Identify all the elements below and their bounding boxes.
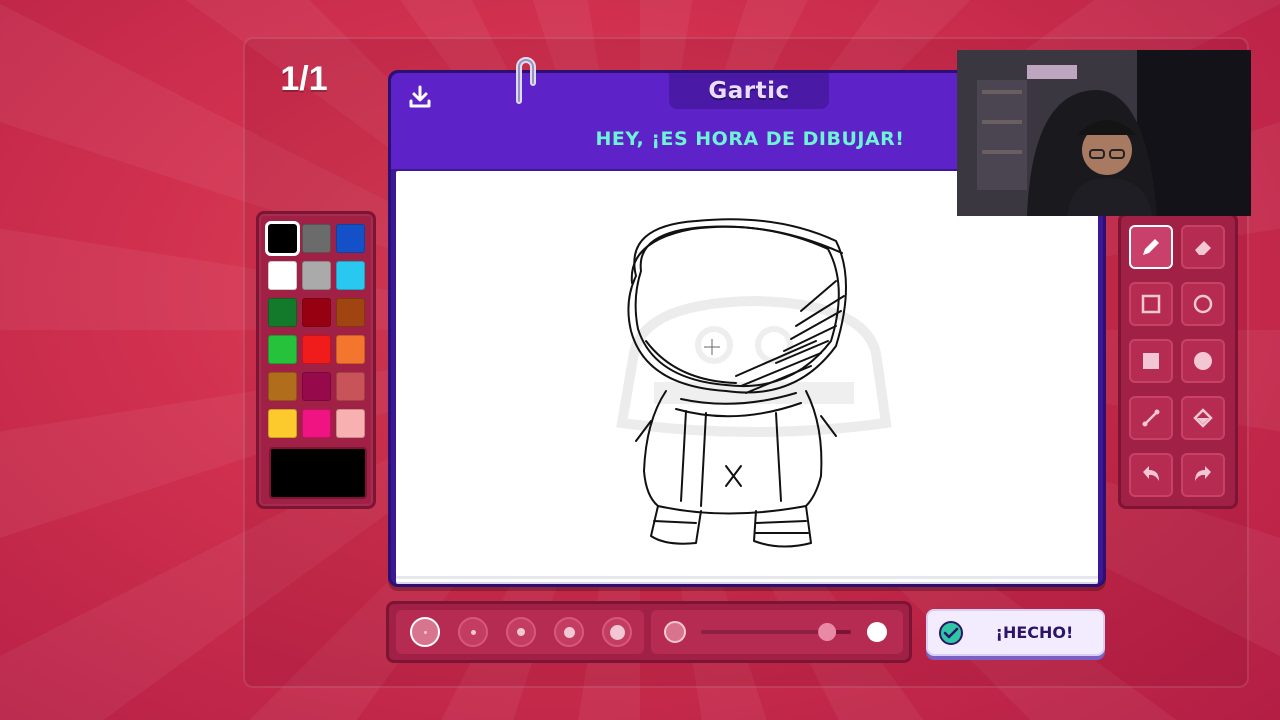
color-swatch[interactable] — [336, 298, 365, 327]
opacity-slider[interactable] — [651, 610, 903, 654]
pencil-icon — [1143, 239, 1159, 255]
pencil-tool[interactable] — [1129, 225, 1173, 269]
color-swatch[interactable] — [302, 224, 331, 253]
fill-bucket-tool[interactable] — [1181, 396, 1225, 440]
brush-size-option[interactable] — [506, 617, 536, 647]
redo-icon — [1195, 466, 1211, 481]
color-swatch[interactable] — [336, 372, 365, 401]
ellipse-outline-tool[interactable] — [1181, 282, 1225, 326]
streamer-video — [957, 50, 1251, 216]
eraser-icon — [1195, 241, 1211, 255]
brush-size-group — [396, 610, 644, 654]
undo-icon — [1143, 466, 1159, 481]
color-palette — [256, 211, 376, 509]
brush-size-option[interactable] — [410, 617, 440, 647]
webcam-overlay — [957, 50, 1251, 216]
gartic-logo: Gartic — [669, 73, 829, 109]
brush-options-bar — [386, 601, 912, 663]
download-icon — [409, 85, 431, 108]
redo-tool[interactable] — [1181, 453, 1225, 497]
size-dot-icon — [609, 624, 625, 640]
done-button-label: ¡HECHO! — [995, 623, 1074, 642]
size-dot-icon — [517, 628, 525, 636]
round-counter: 1/1 — [280, 60, 328, 98]
eraser-tool[interactable] — [1181, 225, 1225, 269]
color-swatch[interactable] — [336, 224, 365, 253]
ellipse-filled-icon — [1194, 352, 1212, 370]
brush-size-option[interactable] — [602, 617, 632, 647]
color-swatch[interactable] — [336, 409, 365, 438]
color-swatch[interactable] — [265, 221, 300, 256]
check-badge-icon — [939, 621, 963, 645]
color-swatch[interactable] — [336, 261, 365, 290]
tool-panel — [1118, 213, 1238, 509]
ellipse-outline-icon — [1193, 294, 1213, 314]
color-swatch[interactable] — [268, 298, 297, 327]
line-icon — [1142, 409, 1160, 427]
rectangle-outline-tool[interactable] — [1129, 282, 1173, 326]
color-swatch[interactable] — [302, 335, 331, 364]
color-swatch[interactable] — [302, 261, 331, 290]
rectangle-filled-tool[interactable] — [1129, 339, 1173, 383]
size-dot-icon — [470, 629, 476, 635]
paper-clip-icon — [516, 57, 536, 104]
brush-size-option[interactable] — [554, 617, 584, 647]
rectangle-outline-icon — [1141, 294, 1161, 314]
color-swatch[interactable] — [336, 335, 365, 364]
color-swatch[interactable] — [268, 409, 297, 438]
stick-figure-drawing — [627, 218, 847, 548]
color-swatch[interactable] — [302, 409, 331, 438]
opacity-control — [651, 610, 903, 654]
fill-bucket-icon — [1193, 408, 1213, 428]
ellipse-filled-tool[interactable] — [1181, 339, 1225, 383]
rectangle-filled-icon — [1143, 353, 1159, 369]
done-button[interactable]: ¡HECHO! — [926, 609, 1105, 656]
color-swatch[interactable] — [302, 372, 331, 401]
color-swatch[interactable] — [268, 261, 297, 290]
download-button[interactable] — [403, 80, 437, 114]
color-swatch[interactable] — [302, 298, 331, 327]
undo-tool[interactable] — [1129, 453, 1173, 497]
size-dot-icon — [423, 630, 427, 634]
brush-size-option[interactable] — [458, 617, 488, 647]
opacity-min-icon — [664, 621, 686, 643]
color-swatch[interactable] — [268, 335, 297, 364]
opacity-max-icon — [867, 622, 887, 642]
drawing-canvas[interactable] — [396, 171, 1098, 576]
line-tool[interactable] — [1129, 396, 1173, 440]
size-dot-icon — [563, 626, 575, 638]
current-color-preview — [269, 447, 367, 499]
color-swatch[interactable] — [268, 372, 297, 401]
opacity-slider-thumb — [818, 623, 837, 641]
